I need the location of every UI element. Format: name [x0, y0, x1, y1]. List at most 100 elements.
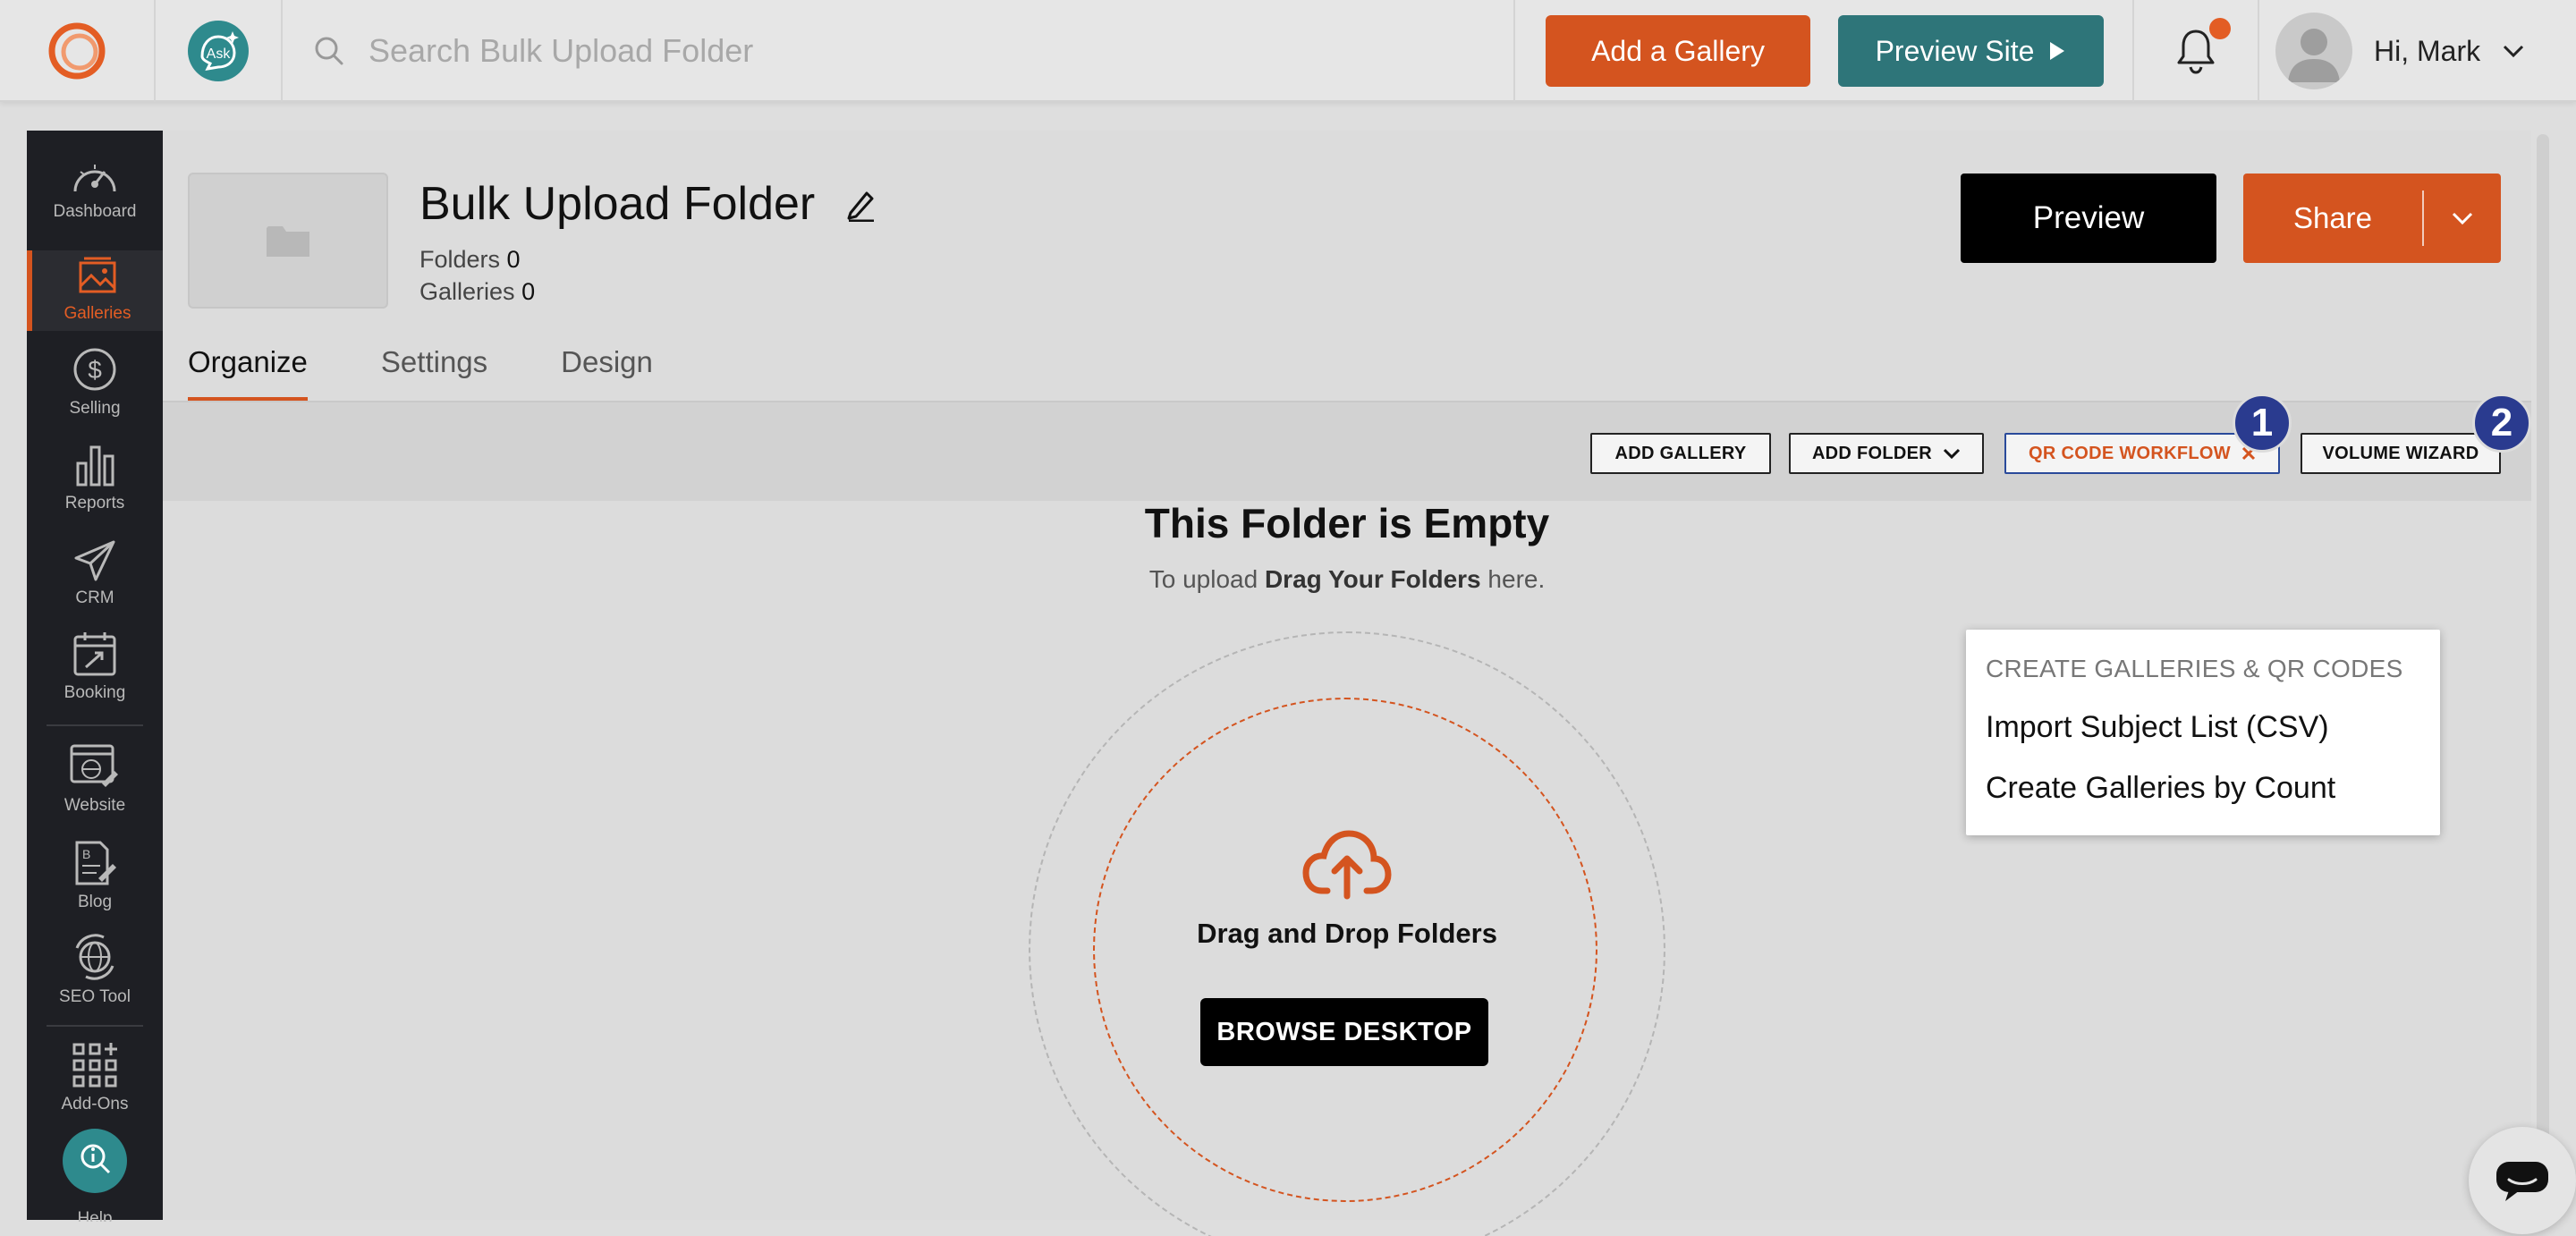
sidebar-item-label: Selling	[69, 399, 121, 418]
dropdown-heading: CREATE GALLERIES & QR CODES	[1986, 655, 2403, 682]
tab-organize[interactable]: Organize	[188, 345, 308, 402]
svg-text:Ask: Ask	[207, 47, 232, 62]
user-avatar-icon	[2288, 29, 2340, 82]
volume-wizard-label: VOLUME WIZARD	[2322, 443, 2479, 463]
sidebar-item-add-ons[interactable]: Add-Ons	[27, 1041, 163, 1114]
notifications-button[interactable]	[2132, 0, 2259, 102]
sidebar-item-booking[interactable]: Booking	[27, 630, 163, 703]
folder-icon	[267, 226, 309, 257]
sidebar-item-label: SEO Tool	[59, 987, 131, 1006]
volume-wizard-button[interactable]: VOLUME WIZARD	[2301, 433, 2501, 474]
sidebar-item-label: Galleries	[64, 304, 131, 323]
create-galleries-by-count-item[interactable]: Create Galleries by Count	[1986, 771, 2335, 806]
tab-settings[interactable]: Settings	[381, 345, 487, 402]
add-gallery-button[interactable]: Add a Gallery	[1546, 15, 1810, 87]
page-title: Bulk Upload Folder	[419, 177, 877, 231]
dollar-icon: $	[73, 348, 116, 391]
image-icon	[79, 257, 116, 293]
sidebar-item-blog[interactable]: B Blog	[27, 839, 163, 912]
help-icon	[63, 1129, 127, 1193]
sidebar-item-selling[interactable]: $ Selling	[27, 345, 163, 419]
edit-pencil-icon[interactable]	[845, 186, 877, 222]
chat-button[interactable]	[2469, 1127, 2576, 1234]
ask-icon: Ask	[188, 21, 249, 81]
user-menu[interactable]: Hi, Mark	[2259, 0, 2576, 102]
svg-text:$: $	[88, 356, 102, 384]
galleries-label: Galleries	[419, 278, 515, 305]
globe-icon	[75, 934, 114, 980]
folder-title: Bulk Upload Folder	[419, 178, 816, 230]
sidebar-item-label: Blog	[77, 893, 113, 911]
top-bar: Ask Add a Gallery Preview Site Hi, Mark	[0, 0, 2576, 102]
empty-sub-suffix: here.	[1480, 565, 1546, 593]
drop-zone[interactable]	[1093, 698, 1597, 1202]
grid-icon	[72, 1043, 117, 1088]
sidebar-item-label: Help	[77, 1209, 113, 1222]
logo[interactable]	[0, 0, 156, 102]
sidebar-item-website[interactable]: Website	[27, 742, 163, 816]
tabs: Organize Settings Design	[188, 345, 653, 402]
bar-chart-icon	[76, 445, 114, 487]
share-label: Share	[2292, 201, 2373, 234]
user-greeting: Hi, Mark	[2374, 34, 2481, 67]
empty-state-subtitle: To upload Drag Your Folders here.	[163, 565, 2531, 594]
brand-logo-icon	[48, 22, 106, 80]
share-dropdown-toggle[interactable]	[2424, 211, 2501, 225]
preview-button[interactable]: Preview	[1961, 174, 2216, 263]
calendar-icon	[73, 632, 116, 676]
browse-desktop-label: BROWSE DESKTOP	[1216, 1017, 1472, 1046]
sidebar-divider	[47, 724, 143, 726]
sidebar-item-label: CRM	[75, 588, 114, 607]
share-button[interactable]: Share	[2243, 174, 2501, 263]
folder-thumbnail	[188, 173, 388, 309]
preview-label: Preview	[2032, 200, 2145, 235]
sidebar: Dashboard Galleries $ Selling Reports CR…	[27, 131, 163, 1222]
blog-icon: B	[75, 841, 116, 885]
sidebar-item-label: Dashboard	[53, 202, 137, 221]
bell-icon	[2177, 30, 2215, 74]
empty-sub-prefix: To upload	[1148, 565, 1265, 593]
folders-count: 0	[506, 246, 521, 273]
step-badge-2: 2	[2472, 394, 2531, 453]
sidebar-item-label: Website	[64, 796, 126, 815]
import-subject-list-item[interactable]: Import Subject List (CSV)	[1986, 710, 2329, 745]
sidebar-item-label: Add-Ons	[61, 1095, 129, 1113]
notification-dot	[2209, 18, 2231, 39]
send-icon	[74, 540, 115, 581]
sidebar-item-reports[interactable]: Reports	[27, 442, 163, 513]
sidebar-item-seo-tool[interactable]: SEO Tool	[27, 932, 163, 1007]
svg-text:B: B	[82, 847, 90, 861]
chevron-down-icon	[1943, 448, 1961, 459]
folders-label: Folders	[419, 246, 501, 273]
preview-site-button[interactable]: Preview Site	[1838, 15, 2104, 87]
chat-icon	[2496, 1162, 2548, 1201]
sidebar-item-help[interactable]: Help	[27, 1129, 163, 1222]
qr-workflow-dropdown: CREATE GALLERIES & QR CODES Import Subje…	[1966, 630, 2440, 835]
preview-site-label: Preview Site	[1875, 34, 2035, 67]
sidebar-item-label: Booking	[64, 683, 126, 702]
browse-desktop-button[interactable]: BROWSE DESKTOP	[1200, 998, 1488, 1066]
drop-zone-label: Drag and Drop Folders	[1197, 918, 1497, 949]
cloud-upload-icon	[1302, 830, 1392, 900]
sidebar-item-crm[interactable]: CRM	[27, 538, 163, 608]
gauge-icon	[73, 165, 116, 192]
add-folder-button[interactable]: ADD FOLDER	[1789, 433, 1984, 474]
search-bar[interactable]	[283, 0, 1515, 102]
search-icon	[315, 37, 343, 65]
page-scrollbar[interactable]	[2537, 134, 2549, 1216]
chevron-down-icon	[2504, 45, 2524, 58]
add-gallery-tool-button[interactable]: ADD GALLERY	[1590, 433, 1771, 474]
tab-design[interactable]: Design	[561, 345, 653, 402]
galleries-count: 0	[521, 278, 536, 305]
qr-code-workflow-label: QR CODE WORKFLOW	[2029, 443, 2231, 463]
sidebar-item-galleries[interactable]: Galleries	[27, 250, 163, 331]
ask-button[interactable]: Ask	[156, 0, 283, 102]
sidebar-item-label: Reports	[64, 494, 125, 512]
add-gallery-label: Add a Gallery	[1591, 34, 1765, 67]
avatar	[2275, 13, 2352, 89]
main-content: Bulk Upload Folder Folders 0 Galleries 0…	[163, 131, 2531, 1236]
sidebar-item-dashboard[interactable]: Dashboard	[27, 157, 163, 222]
search-input[interactable]	[369, 32, 1442, 70]
sidebar-divider	[47, 1025, 143, 1027]
folder-meta: Folders 0 Galleries 0	[419, 243, 535, 308]
